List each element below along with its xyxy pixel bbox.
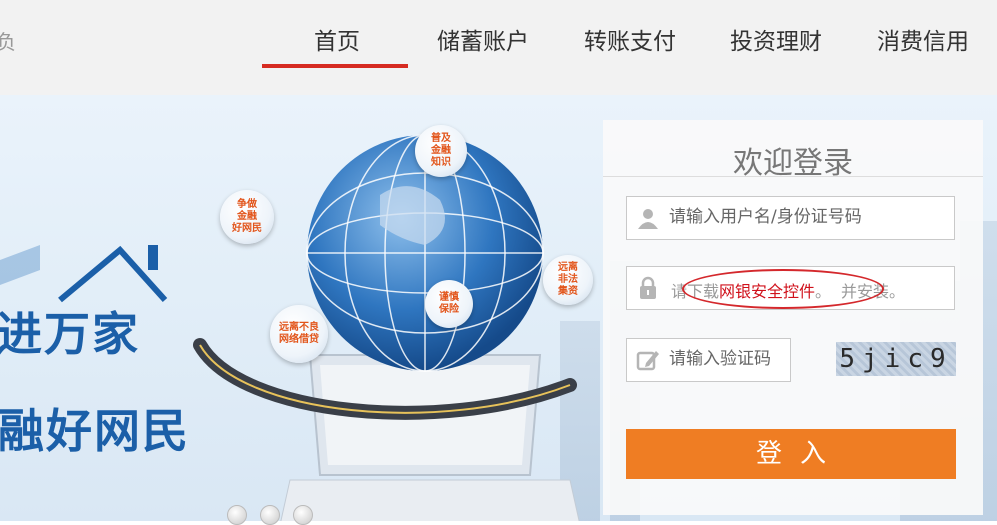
tab-savings-account[interactable]: 储蓄账户 — [437, 22, 529, 62]
carousel-dot-2[interactable] — [260, 505, 280, 525]
login-panel: 欢迎登录 请下载网银安全控件。并安装。 5jic9 登入 — [603, 120, 983, 515]
bubble-financial-knowledge: 普及 金融 知识 — [415, 125, 467, 177]
slogan-line-2: 融好网民 — [0, 404, 190, 458]
bubble-good-netizen: 争做 金融 好网民 — [220, 190, 274, 244]
username-input[interactable] — [669, 201, 939, 233]
edit-icon — [636, 351, 659, 371]
red-highlight-oval — [682, 269, 884, 309]
title-divider — [603, 176, 983, 177]
user-icon — [638, 209, 658, 229]
tab-investment[interactable]: 投资理财 — [730, 22, 822, 62]
captcha-input[interactable] — [669, 343, 784, 375]
captcha-field[interactable] — [626, 338, 791, 382]
orbit-swoosh — [193, 338, 577, 420]
bubble-insurance: 谨慎 保险 — [425, 280, 473, 328]
lock-icon — [640, 276, 656, 299]
tab-home[interactable]: 首页 — [262, 22, 408, 68]
tab-transfer-payment[interactable]: 转账支付 — [584, 22, 676, 62]
brand-fragment: 负 — [0, 30, 16, 54]
bubble-avoid-online-lending: 远离不良 网络借贷 — [270, 305, 328, 363]
carousel-dot-3[interactable] — [293, 505, 313, 525]
carousel-dot-1[interactable] — [227, 505, 247, 525]
top-nav: 负 首页 储蓄账户 转账支付 投资理财 消费信用 — [0, 0, 997, 95]
captcha-image[interactable]: 5jic9 — [836, 342, 956, 376]
login-button[interactable]: 登入 — [626, 429, 956, 479]
username-field[interactable] — [626, 196, 955, 240]
bubble-avoid-illegal-funding: 远离 非法 集资 — [543, 255, 593, 305]
slogan-line-1: 进万家 — [0, 307, 140, 361]
password-field[interactable]: 请下载网银安全控件。 并安装。 — [626, 266, 955, 310]
tab-consumer-credit[interactable]: 消费信用 — [877, 22, 969, 62]
